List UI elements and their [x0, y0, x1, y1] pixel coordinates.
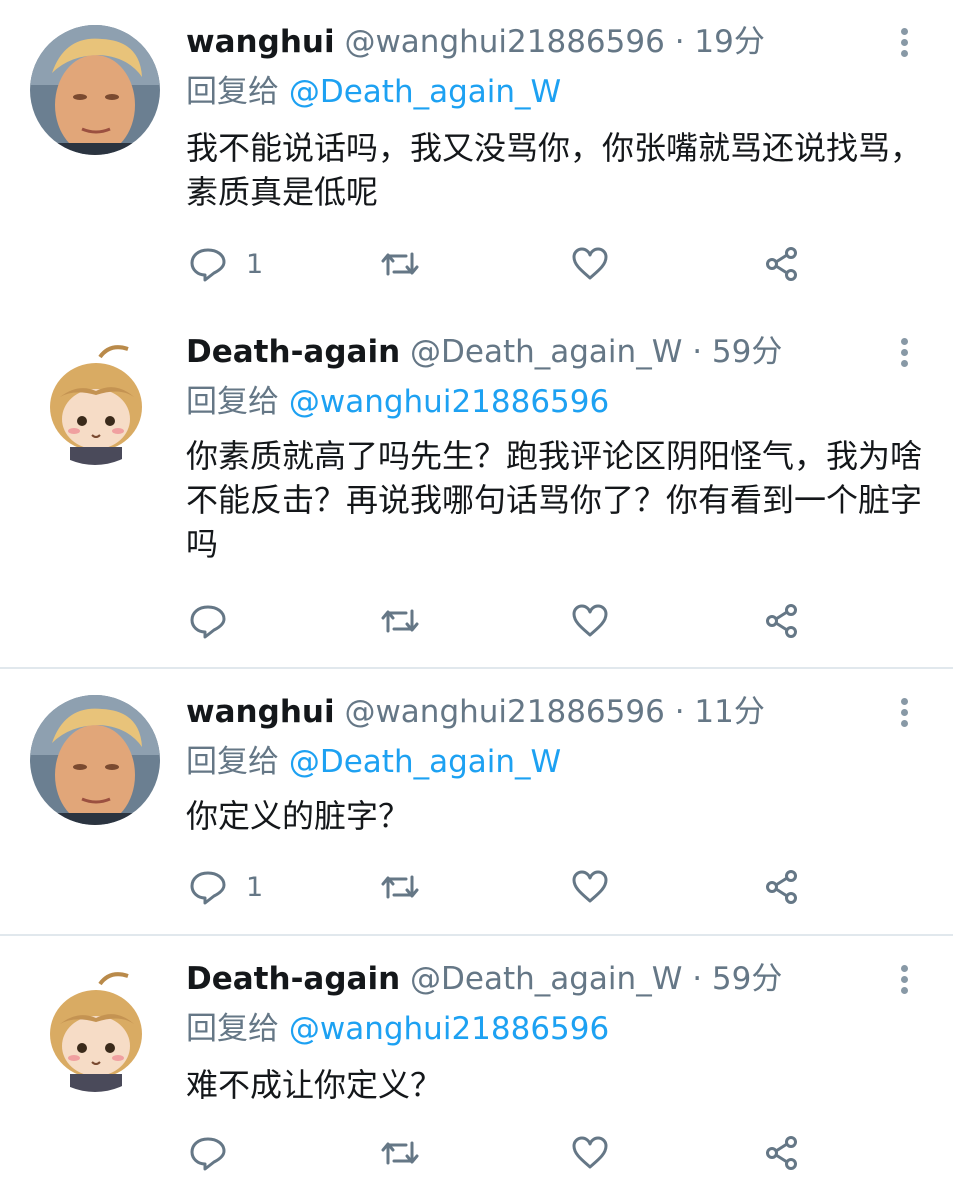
- more-vertical-icon[interactable]: [892, 961, 916, 1001]
- retweet-icon: [381, 875, 419, 899]
- like-button[interactable]: [570, 244, 610, 284]
- timestamp[interactable]: 59分: [712, 334, 782, 370]
- tweet[interactable]: wanghui @wanghui21886596 · 19分 回复给 @Deat…: [0, 0, 953, 310]
- timestamp[interactable]: 59分: [712, 961, 782, 997]
- avatar[interactable]: [30, 25, 160, 155]
- share-icon: [766, 1136, 797, 1170]
- man-portrait-avatar: [30, 25, 160, 155]
- more-vertical-icon[interactable]: [892, 334, 916, 374]
- retweet-button[interactable]: [380, 1133, 420, 1173]
- reply-count: 1: [246, 248, 264, 280]
- reply-mention[interactable]: @Death_again_W: [289, 744, 561, 780]
- reply-mention[interactable]: @wanghui21886596: [289, 1011, 609, 1047]
- user-handle[interactable]: @Death_again_W: [410, 961, 682, 997]
- tweet[interactable]: Death-again @Death_again_W · 59分 回复给 @wa…: [0, 310, 953, 668]
- reply-icon: [190, 1137, 226, 1171]
- timestamp[interactable]: 19分: [694, 24, 764, 60]
- tweet-text: 难不成让你定义？: [186, 1066, 443, 1104]
- share-icon: [766, 604, 797, 638]
- more-vertical-icon[interactable]: [892, 694, 916, 734]
- retweet-icon: [381, 252, 419, 276]
- retweet-icon: [381, 609, 419, 633]
- separator-dot: ·: [692, 961, 703, 997]
- reply-icon: [190, 871, 226, 905]
- like-button[interactable]: [570, 867, 610, 907]
- like-icon: [572, 247, 608, 280]
- separator-dot: ·: [674, 694, 685, 730]
- avatar[interactable]: [30, 695, 160, 825]
- display-name[interactable]: wanghui: [186, 24, 335, 60]
- reply-icon: [190, 605, 226, 639]
- display-name[interactable]: Death-again: [186, 334, 400, 370]
- reply-label: 回复给: [186, 74, 279, 110]
- anime-girl-avatar: [30, 335, 160, 465]
- tweet-text: 你定义的脏字？: [186, 797, 411, 835]
- reply-button[interactable]: 1: [188, 244, 263, 284]
- reply-label: 回复给: [186, 384, 279, 420]
- share-icon: [766, 247, 797, 281]
- like-icon: [572, 870, 608, 903]
- separator-dot: ·: [692, 334, 703, 370]
- display-name[interactable]: Death-again: [186, 961, 400, 997]
- avatar[interactable]: [30, 335, 160, 465]
- retweet-button[interactable]: [380, 867, 420, 907]
- reply-icon: [190, 248, 226, 282]
- timestamp[interactable]: 11分: [694, 694, 764, 730]
- share-button[interactable]: [762, 244, 802, 284]
- user-handle[interactable]: @wanghui21886596: [344, 24, 664, 60]
- more-vertical-icon[interactable]: [892, 24, 916, 64]
- tweet-divider: [0, 934, 953, 936]
- anime-girl-avatar: [30, 962, 160, 1092]
- share-button[interactable]: [762, 601, 802, 641]
- reply-button[interactable]: [188, 1133, 246, 1173]
- man-portrait-avatar: [30, 695, 160, 825]
- retweet-icon: [381, 1141, 419, 1165]
- separator-dot: ·: [674, 24, 685, 60]
- share-button[interactable]: [762, 1133, 802, 1173]
- share-icon: [766, 870, 797, 904]
- tweet-divider: [0, 667, 953, 669]
- retweet-button[interactable]: [380, 244, 420, 284]
- reply-button[interactable]: [188, 601, 246, 641]
- tweet[interactable]: Death-again @Death_again_W · 59分 回复给 @wa…: [0, 937, 953, 1200]
- like-button[interactable]: [570, 601, 610, 641]
- like-icon: [572, 604, 608, 637]
- tweet-text: 我不能说话吗，我又没骂你，你张嘴就骂还说找骂，素质真是低呢: [186, 129, 923, 211]
- reply-button[interactable]: 1: [188, 867, 263, 907]
- reply-label: 回复给: [186, 744, 279, 780]
- avatar[interactable]: [30, 962, 160, 1092]
- tweet-text: 你素质就高了吗先生？跑我评论区阴阳怪气，我为啥不能反击？再说我哪句话骂你了？你有…: [186, 437, 923, 563]
- like-button[interactable]: [570, 1133, 610, 1173]
- display-name[interactable]: wanghui: [186, 694, 335, 730]
- reply-label: 回复给: [186, 1011, 279, 1047]
- share-button[interactable]: [762, 867, 802, 907]
- reply-mention[interactable]: @Death_again_W: [289, 74, 561, 110]
- tweet[interactable]: wanghui @wanghui21886596 · 11分 回复给 @Deat…: [0, 670, 953, 934]
- retweet-button[interactable]: [380, 601, 420, 641]
- user-handle[interactable]: @Death_again_W: [410, 334, 682, 370]
- like-icon: [572, 1136, 608, 1169]
- reply-mention[interactable]: @wanghui21886596: [289, 384, 609, 420]
- reply-count: 1: [246, 871, 264, 903]
- user-handle[interactable]: @wanghui21886596: [344, 694, 664, 730]
